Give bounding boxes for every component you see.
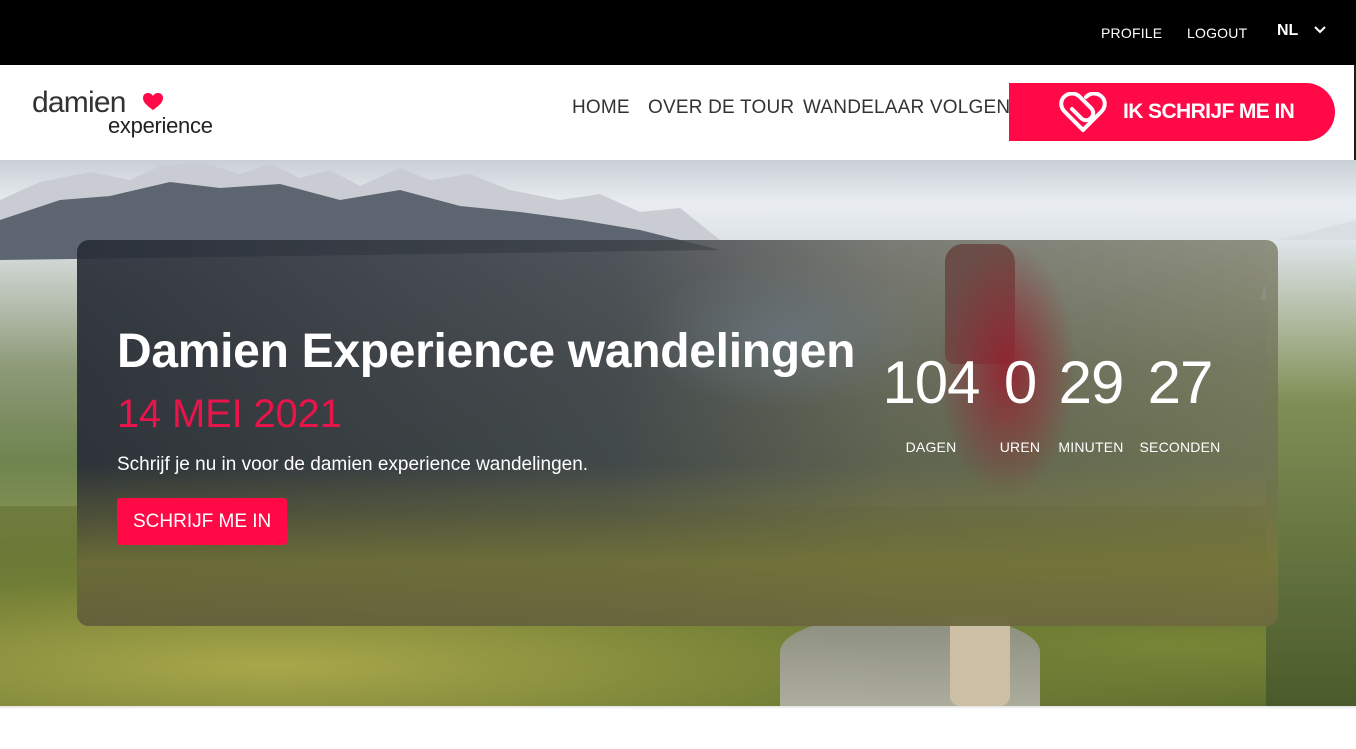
chevron-down-icon [1314, 26, 1327, 34]
hero-banner: Damien Experience wandelingen 14 MEI 202… [0, 160, 1356, 706]
hero-subtitle: Schrijf je nu in voor de damien experien… [117, 454, 589, 475]
countdown-seconds: 27 SECONDEN [1125, 349, 1235, 456]
hero-title: Damien Experience wandelingen [117, 325, 856, 378]
schrijf-me-in-button[interactable]: SCHRIJF ME IN [117, 498, 288, 545]
hero-overlay-card: Damien Experience wandelingen 14 MEI 202… [77, 240, 1278, 626]
logo-text-experience: experience [108, 113, 213, 138]
paperclip-heart-icon [1059, 92, 1107, 132]
countdown-label: SECONDEN [1139, 439, 1221, 455]
ik-schrijf-me-in-button[interactable]: IK SCHRIJF ME IN [1009, 83, 1335, 141]
countdown-value: 27 [1147, 349, 1214, 416]
logout-link[interactable]: LOGOUT [1187, 25, 1247, 41]
bush-image [1266, 240, 1356, 706]
nav-home[interactable]: HOME [572, 97, 630, 119]
nav-over-de-tour[interactable]: OVER DE TOUR [648, 97, 794, 119]
damien-logo[interactable]: damien experience [32, 87, 232, 139]
language-selector[interactable]: NL [1277, 22, 1327, 40]
profile-link[interactable]: PROFILE [1101, 25, 1162, 41]
language-label: NL [1277, 22, 1299, 39]
event-date: 14 MEI 2021 [117, 392, 342, 436]
main-header: damien experience HOME OVER DE TOUR WAND… [0, 65, 1356, 160]
cta-label: IK SCHRIJF ME IN [1123, 100, 1295, 123]
top-bar: PROFILE LOGOUT NL [0, 0, 1356, 65]
hero-bottom-shadow [0, 706, 1356, 709]
heart-icon [143, 93, 163, 110]
nav-wandelaar-volgen[interactable]: WANDELAAR VOLGEN [803, 97, 1010, 119]
